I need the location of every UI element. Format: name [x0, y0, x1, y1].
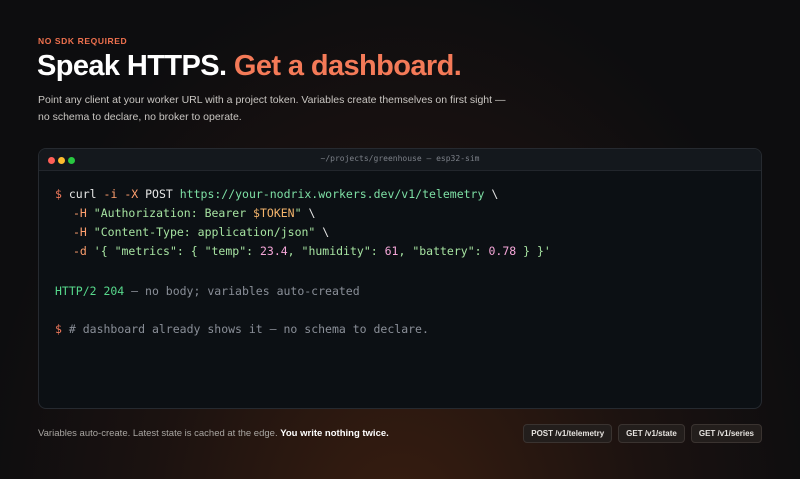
- chip-get-state[interactable]: GET /v1/state: [618, 424, 685, 443]
- line-continuation: \: [322, 225, 330, 239]
- footer-text: Variables auto-create. Latest state is c…: [38, 428, 278, 439]
- flag-x: -X: [124, 187, 139, 201]
- code-line-auth-header: -H "Authorization: Bearer $TOKEN" \: [55, 206, 315, 220]
- terminal-code: $ curl -i -X POST https://your-nodrix.wo…: [55, 187, 551, 369]
- endpoint-url: https://your-nodrix.workers.dev/v1/telem…: [179, 187, 485, 201]
- line-continuation: \: [491, 187, 499, 201]
- content-type-string: "Content-Type: application/json": [93, 225, 316, 239]
- http-method: POST: [145, 187, 173, 201]
- prompt-symbol: $: [55, 187, 62, 201]
- headline-part-2: Get a dashboard.: [233, 50, 462, 82]
- code-line-curl: $ curl -i -X POST https://your-nodrix.wo…: [55, 187, 498, 201]
- response-status: HTTP/2 204: [55, 284, 125, 298]
- code-line-payload: -d '{ "metrics": { "temp": 23.4, "humidi…: [55, 244, 551, 258]
- line-continuation: \: [308, 206, 316, 220]
- chip-get-series[interactable]: GET /v1/series: [690, 424, 762, 443]
- flag-d: -d: [73, 244, 87, 258]
- eyebrow-label: NO SDK REQUIRED: [38, 36, 128, 46]
- flag-h: -H: [73, 225, 87, 239]
- endpoint-chips: POST /v1/telemetry GET /v1/state GET /v1…: [523, 424, 762, 443]
- terminal-titlebar: ~/projects/greenhouse — esp32-sim: [39, 149, 761, 171]
- headline: Speak HTTPS. Get a dashboard.: [37, 50, 462, 83]
- flag-h: -H: [73, 206, 87, 220]
- payload-temp-value: 23.4: [259, 244, 288, 258]
- terminal-title: ~/projects/greenhouse — esp32-sim: [320, 154, 480, 163]
- payload-part: '{ "metrics": { "temp":: [93, 244, 260, 258]
- payload-humidity-value: 61: [384, 244, 399, 258]
- hero-description: Point any client at your worker URL with…: [38, 94, 506, 123]
- payload-battery-value: 0.78: [488, 244, 517, 258]
- payload-part: } }': [516, 244, 551, 258]
- code-line-response: HTTP/2 204 — no body; variables auto-cre…: [55, 284, 360, 298]
- shell-comment: # dashboard already shows it — no schema…: [68, 322, 429, 336]
- chip-post-telemetry[interactable]: POST /v1/telemetry: [523, 424, 613, 443]
- payload-part: , "humidity":: [287, 244, 385, 258]
- token-variable: $TOKEN: [253, 206, 295, 220]
- payload-part: , "battery":: [398, 244, 489, 258]
- code-line-comment: $ # dashboard already shows it — no sche…: [55, 322, 429, 336]
- prompt-symbol: $: [55, 322, 62, 336]
- header-string-start: "Authorization: Bearer: [93, 206, 254, 220]
- response-note: — no body; variables auto-created: [124, 284, 360, 298]
- command-curl: curl: [68, 187, 97, 201]
- flag-i: -i: [103, 187, 118, 201]
- code-line-content-type: -H "Content-Type: application/json" \: [55, 225, 329, 239]
- headline-part-1: Speak HTTPS.: [37, 50, 227, 82]
- terminal-window: ~/projects/greenhouse — esp32-sim $ curl…: [38, 148, 762, 409]
- footer-tagline: Variables auto-create. Latest state is c…: [38, 428, 389, 439]
- footer-emphasis: You write nothing twice.: [280, 428, 389, 439]
- header-string-end: ": [294, 206, 302, 220]
